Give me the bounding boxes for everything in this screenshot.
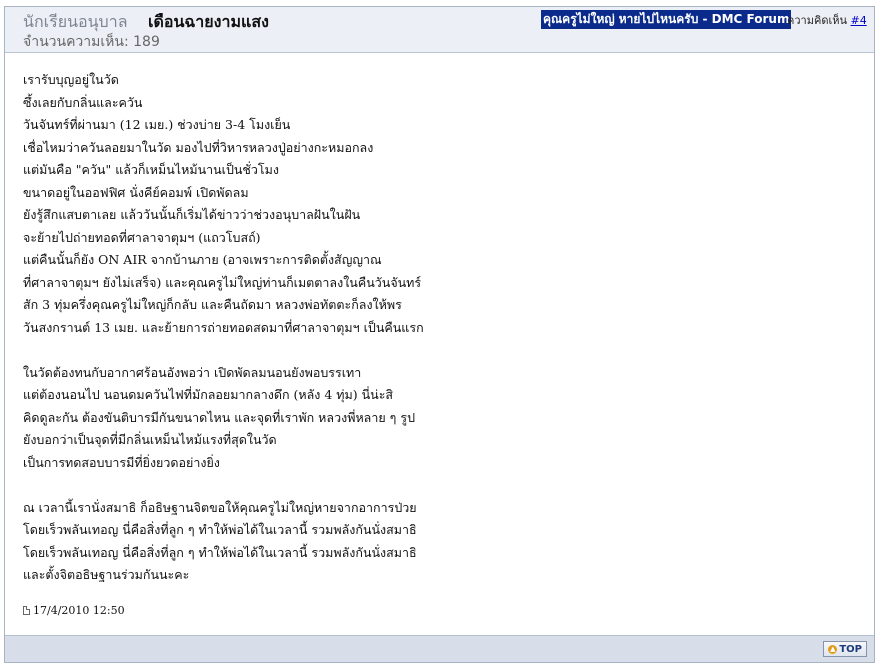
- paragraph-break: [23, 339, 843, 362]
- comment-panel: นักเรียนอนุบาล เดือนฉายงามแสง จำนวนความเ…: [4, 6, 875, 663]
- comment-footer: ▲ TOP: [5, 635, 874, 662]
- post-line: ในวัดต้องทนกับอากาศร้อนอังพอว่า เปิดพัดล…: [23, 364, 362, 380]
- post-line: แต่ต้องนอนไป นอนดมควันไฟที่มักลอยมากลางด…: [23, 387, 394, 402]
- post-line: วันจันทร์ที่ผ่านมา (12 เมย.) ช่วงบ่าย 3-…: [23, 117, 291, 132]
- timestamp-text: 17/4/2010 12:50: [33, 604, 125, 617]
- post-line: เรารับบุญอยู่ในวัด: [23, 72, 119, 87]
- post-line: แต่มันคือ "ควัน" แล้วก็เหม็นไหม้นานเป็นช…: [23, 162, 279, 177]
- post-line: โดยเร็วพลันเทอญ นี่คือสิ่งที่ลูก ๆ ทำให้…: [23, 544, 417, 560]
- post-line: ที่ศาลาจาตุมฯ ยังไม่เสร็จ) และคุณครูไม่ใ…: [23, 274, 422, 290]
- forum-title-link[interactable]: คุณครูไม่ใหญ่ หายไปไหนครับ - DMC Forum: [541, 10, 792, 29]
- comment-label: ความคิดเห็น: [787, 14, 847, 27]
- post-line: ยังรู้สึกแสบตาเลย แล้ววันนั้นก็เริ่มได้ข…: [23, 207, 361, 222]
- post-line: โดยเร็วพลันเทอญ นี่คือสิ่งที่ลูก ๆ ทำให้…: [23, 522, 417, 537]
- post-line: ณ เวลานี้เรานั่งสมาธิ ก็อธิษฐานจิตขอให้ค…: [23, 499, 417, 515]
- post-body: เรารับบุญอยู่ในวัดซึ้งเลยกับกลิ่นและควัน…: [23, 69, 843, 587]
- post-line: เป็นการทดสอบบารมีที่ยิ่งยวดอย่างยิ่ง: [23, 454, 220, 470]
- post-line: คิดดูละกัน ต้องขันติบารมีกันขนาดไหน และจ…: [23, 409, 415, 425]
- back-to-top-button[interactable]: ▲ TOP: [823, 641, 867, 657]
- post-title: เดือนฉายงามแสง: [148, 12, 269, 31]
- arrow-up-icon: ▲: [828, 644, 838, 654]
- post-line: ซึ้งเลยกับกลิ่นและควัน: [23, 94, 143, 110]
- post-line: แต่คืนนั้นก็ยัง ON AIR จากบ้านภาย (อาจเพ…: [23, 252, 382, 267]
- document-icon: [23, 606, 30, 615]
- top-label: TOP: [839, 643, 862, 655]
- post-line: ยังบอกว่าเป็นจุดที่มีกลิ่นเหม็นไหม้แรงที…: [23, 432, 277, 447]
- post-line: สัก 3 ทุ่มครึ่งคุณครูไม่ใหญ่ก็กลับ และคื…: [23, 297, 402, 312]
- comment-header: นักเรียนอนุบาล เดือนฉายงามแสง จำนวนความเ…: [5, 7, 874, 53]
- post-line: เชื่อไหมว่าควันลอยมาในวัด มองไปที่วิหารห…: [23, 139, 374, 155]
- post-line: จะย้ายไปถ่ายทอดที่ศาลาจาตุมฯ (แถวโบสถ์): [23, 229, 261, 245]
- post-line: และตั้งจิตอธิษฐานร่วมกันนะคะ: [23, 567, 190, 582]
- post-line: ขนาดอยู่ในออฟฟิศ นั่งคีย์คอมพ์ เปิดพัดลม: [23, 184, 249, 200]
- paragraph-break: [23, 474, 843, 497]
- post-timestamp: 17/4/2010 12:50: [23, 604, 125, 617]
- comment-count: จำนวนความเห็น: 189: [23, 34, 160, 50]
- comment-number-link[interactable]: #4: [851, 14, 867, 27]
- comment-reference: ความคิดเห็น #4: [787, 11, 867, 29]
- post-line: วันสงกรานต์ 13 เมย. และย้ายการถ่ายทอดสดม…: [23, 319, 424, 335]
